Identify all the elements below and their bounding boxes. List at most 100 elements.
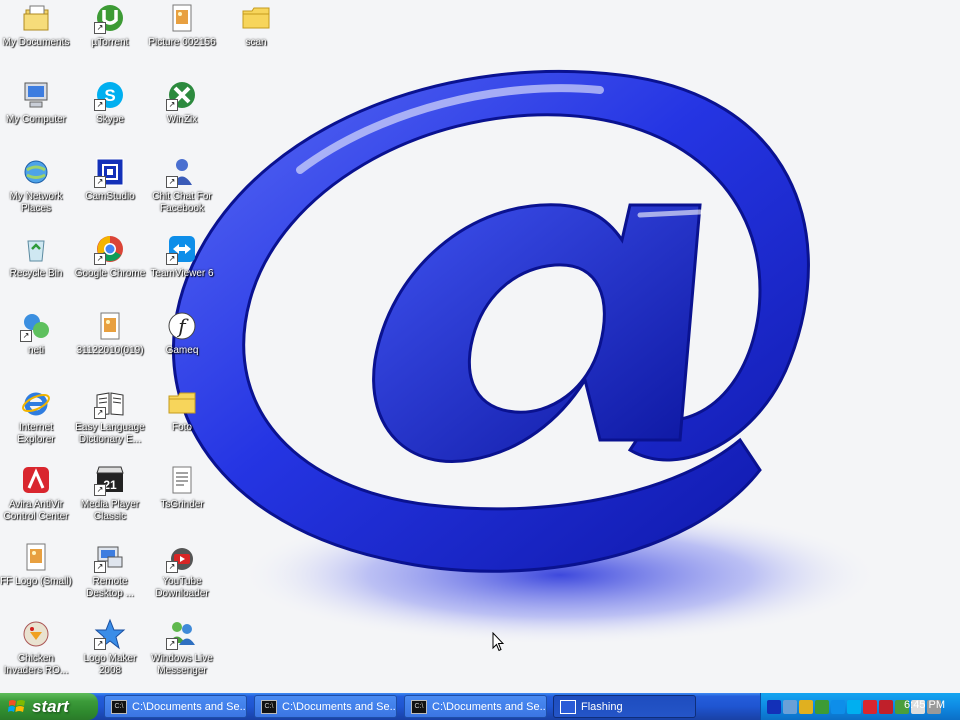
messenger-icon: ↗ <box>166 618 198 650</box>
desktop-icon[interactable]: Picture 002156 <box>145 2 219 49</box>
desktop-icon[interactable]: ↗ neti <box>0 310 73 357</box>
desktop-icon[interactable]: ↗ Remote Desktop ... <box>73 541 147 600</box>
desktop-icon-label: Foto <box>171 422 192 433</box>
internet-explorer-icon <box>20 387 52 419</box>
taskbar-button-label: C:\Documents and Se... <box>432 700 547 713</box>
taskbar-button[interactable]: C:\ C:\Documents and Se... <box>104 695 247 718</box>
desktop-icon-label: neti <box>27 345 45 356</box>
desktop-icon-label: My Documents <box>2 37 70 48</box>
shortcut-arrow-icon: ↗ <box>94 176 106 188</box>
shortcut-arrow-icon: ↗ <box>20 330 32 342</box>
desktop-icon-label: Windows Live Messenger <box>151 653 213 676</box>
desktop-icon[interactable]: Avira AntiVir Control Center <box>0 464 73 523</box>
chit-chat-icon: ↗ <box>166 156 198 188</box>
image-file-icon <box>166 2 198 34</box>
desktop-icon[interactable]: FF Logo (Small) <box>0 541 73 588</box>
desktop-icon[interactable]: ↗ YouTube Downloader <box>145 541 219 600</box>
desktop-icon-label: Google Chrome <box>74 268 146 279</box>
folder-icon <box>240 2 272 34</box>
desktop-icon[interactable]: ↗ Easy Language Dictionary E... <box>73 387 147 446</box>
desktop-icon[interactable]: Foto <box>145 387 219 434</box>
desktop-icon-label: scan <box>245 37 267 48</box>
desktop-icon-label: FF Logo (Small) <box>0 576 72 587</box>
avira-icon <box>20 464 52 496</box>
svg-text:S: S <box>104 86 115 105</box>
desktop-icon[interactable]: ↗ TeamViewer 6 <box>145 233 219 280</box>
desktop-icon[interactable]: ↗ WinZix <box>145 79 219 126</box>
network-tray-icon[interactable] <box>783 699 797 714</box>
mouse-cursor-icon <box>492 632 504 652</box>
dictionary-icon: ↗ <box>94 387 126 419</box>
desktop-icon[interactable]: My Network Places <box>0 156 73 215</box>
shortcut-arrow-icon: ↗ <box>166 638 178 650</box>
shortcut-arrow-icon: ↗ <box>94 22 106 34</box>
neti-icon: ↗ <box>20 310 52 342</box>
avira-tray-icon[interactable] <box>863 699 877 714</box>
desktop-icon-label: Remote Desktop ... <box>86 576 134 599</box>
window-icon <box>560 699 576 714</box>
desktop-icon[interactable]: 21 ↗ Media Player Classic <box>73 464 147 523</box>
desktop-icon-label: Easy Language Dictionary E... <box>75 422 145 445</box>
start-button[interactable]: start <box>0 693 98 720</box>
desktop-icon[interactable]: Recycle Bin <box>0 233 73 280</box>
console-icon: C:\ <box>111 699 127 714</box>
desktop-icon-label: TeamViewer 6 <box>150 268 214 279</box>
desktop-icon[interactable]: ↗ Windows Live Messenger <box>145 618 219 677</box>
teamviewer-tray-icon[interactable] <box>831 699 845 714</box>
desktop-icon[interactable]: Chicken Invaders RO... <box>0 618 73 677</box>
image-file-icon <box>94 310 126 342</box>
clock[interactable]: 6:45 PM <box>904 699 945 711</box>
desktop-icon-label: YouTube Downloader <box>155 576 209 599</box>
desktop-icon-label: Gameq <box>165 345 199 356</box>
desktop-icon-label: Chicken Invaders RO... <box>3 653 69 676</box>
desktop-icon[interactable]: ↗ CamStudio <box>73 156 147 203</box>
security-tray-icon[interactable] <box>799 699 813 714</box>
desktop-icon[interactable]: S ↗ Skype <box>73 79 147 126</box>
shortcut-arrow-icon: ↗ <box>94 99 106 111</box>
image-file-icon <box>20 541 52 573</box>
taskbar-button-label: C:\Documents and Se... <box>132 700 247 713</box>
adobe-tray-icon[interactable] <box>879 699 893 714</box>
desktop-icon[interactable]: f Gameq <box>145 310 219 357</box>
desktop-icon-label: µTorrent <box>91 37 129 48</box>
desktop-icon[interactable]: My Documents <box>0 2 73 49</box>
desktop-icon-label: 31122010(019) <box>76 345 144 356</box>
desktop-icon-label: WinZix <box>166 114 198 125</box>
desktop-icon[interactable]: ↗ Google Chrome <box>73 233 147 280</box>
recycle-bin-icon <box>20 233 52 265</box>
desktop-icon-label: Logo Maker 2008 <box>83 653 137 676</box>
desktop-icon[interactable]: 31122010(019) <box>73 310 147 357</box>
folder-icon <box>166 387 198 419</box>
taskbar-button[interactable]: C:\ C:\Documents and Se... <box>404 695 547 718</box>
utorrent-tray-icon[interactable] <box>815 699 829 714</box>
console-icon: C:\ <box>411 699 427 714</box>
shortcut-arrow-icon: ↗ <box>166 99 178 111</box>
desktop-icon[interactable]: ↗ Chit Chat For Facebook <box>145 156 219 215</box>
teamviewer-icon: ↗ <box>166 233 198 265</box>
desktop-icon-label: Recycle Bin <box>9 268 63 279</box>
start-label: start <box>32 696 69 716</box>
desktop-icon-label: My Computer <box>5 114 66 125</box>
chrome-icon: ↗ <box>94 233 126 265</box>
skype-tray-icon[interactable] <box>847 699 861 714</box>
shortcut-arrow-icon: ↗ <box>94 484 106 496</box>
taskbar-button[interactable]: Flashing <box>553 695 696 718</box>
desktop-icon[interactable]: My Computer <box>0 79 73 126</box>
remote-desktop-icon: ↗ <box>94 541 126 573</box>
desktop-icon[interactable]: Internet Explorer <box>0 387 73 446</box>
utorrent-icon: ↗ <box>94 2 126 34</box>
desktop-icon[interactable]: scan <box>219 2 293 49</box>
text-file-icon <box>166 464 198 496</box>
skype-icon: S ↗ <box>94 79 126 111</box>
desktop-icon[interactable]: ↗ Logo Maker 2008 <box>73 618 147 677</box>
desktop-icon-label: My Network Places <box>9 191 63 214</box>
system-tray: 6:45 PM <box>760 693 960 720</box>
desktop-icon-label: TsGrinder <box>160 499 204 510</box>
desktop-icon[interactable]: ↗ µTorrent <box>73 2 147 49</box>
shortcut-arrow-icon: ↗ <box>166 253 178 265</box>
desktop-icon-label: Media Player Classic <box>80 499 140 522</box>
taskbar-button[interactable]: C:\ C:\Documents and Se... <box>254 695 397 718</box>
desktop-icon[interactable]: TsGrinder <box>145 464 219 511</box>
my-computer-icon <box>20 79 52 111</box>
camstudio-tray-icon[interactable] <box>767 699 781 714</box>
